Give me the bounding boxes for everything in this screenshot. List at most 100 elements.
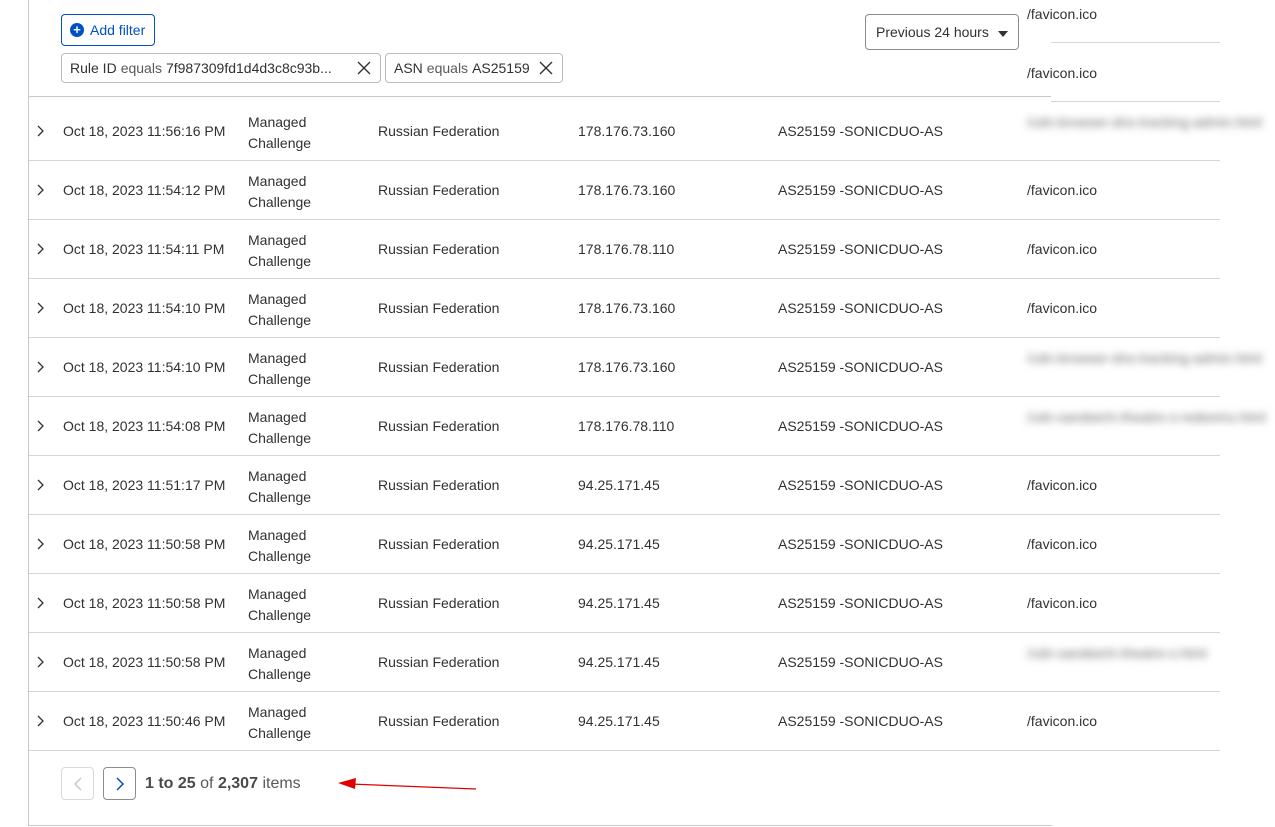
cell-datetime: Oct 18, 2023 11:54:10 PM <box>63 300 226 316</box>
chevron-right-icon[interactable] <box>35 243 47 255</box>
cell-action-line: Challenge <box>248 607 312 623</box>
close-icon[interactable] <box>538 60 554 76</box>
cell-ip-address: 178.176.78.110 <box>578 241 675 257</box>
pagination-of: of <box>200 775 214 792</box>
cell-action-line: Managed <box>248 350 307 366</box>
cell-action-line: Managed <box>248 409 307 425</box>
cell-action: Managed Challenge <box>248 171 311 213</box>
filter-chip-rule-id[interactable]: Rule ID equals 7f987309fd1d4d3c8c93b... <box>61 53 381 83</box>
table-row[interactable]: Oct 18, 2023 11:50:46 PM Managed Challenge… <box>29 692 1220 751</box>
cell-datetime: Oct 18, 2023 11:50:58 PM <box>63 654 226 670</box>
cell-action-line: Challenge <box>248 253 312 269</box>
chevron-right-icon[interactable] <box>35 125 47 137</box>
cell-action-line: Managed <box>248 527 307 543</box>
cell-datetime: Oct 18, 2023 11:54:10 PM <box>63 359 226 375</box>
filter-field: ASN <box>394 60 423 76</box>
cell-path: /cdn-browser-dns-tracking-admin.html <box>1027 350 1262 366</box>
table-row[interactable]: Oct 18, 2023 11:54:11 PM Managed Challenge… <box>29 220 1220 279</box>
cell-ip-address: 94.25.171.45 <box>578 654 660 670</box>
filter-operator: equals <box>120 60 162 76</box>
filter-chip-asn[interactable]: ASN equals AS25159 <box>385 53 563 83</box>
cell-action-line: Managed <box>248 468 307 484</box>
cell-ip-address: 94.25.171.45 <box>578 477 660 493</box>
cell-datetime: Oct 18, 2023 11:50:58 PM <box>63 536 226 552</box>
cell-path: /cdn-sandwich-theatre-s-redeems.html <box>1027 409 1266 425</box>
table-row[interactable]: Oct 18, 2023 11:50:58 PM Managed Challenge… <box>29 515 1220 574</box>
cell-ip-address: 94.25.171.45 <box>578 595 660 611</box>
cell-asn: AS25159 -SONICDUO-AS <box>778 182 943 198</box>
cell-asn: AS25159 -SONICDUO-AS <box>778 241 943 257</box>
panel-border-bottom <box>28 825 1052 826</box>
time-range-select[interactable]: Previous 24 hours <box>865 14 1019 50</box>
pagination-summary: 1 to 25 of 2,307 items <box>145 775 301 793</box>
chevron-right-icon[interactable] <box>35 597 47 609</box>
chevron-right-icon[interactable] <box>35 420 47 432</box>
cell-ip-address: 178.176.73.160 <box>578 300 676 316</box>
cell-action-line: Challenge <box>248 135 312 151</box>
cell-ip-address: 178.176.73.160 <box>578 359 676 375</box>
cell-action-line: Challenge <box>248 725 312 741</box>
table-row[interactable]: Oct 18, 2023 11:50:58 PM Managed Challenge… <box>29 633 1220 692</box>
cell-ip-address: 94.25.171.45 <box>578 536 660 552</box>
cell-path: /cdn-sandwich-theatre-s.html <box>1027 645 1207 661</box>
cell-action-line: Managed <box>248 173 307 189</box>
cell-datetime: Oct 18, 2023 11:56:16 PM <box>63 123 226 139</box>
cell-action-line: Challenge <box>248 489 312 505</box>
time-range-value: Previous 24 hours <box>876 24 989 40</box>
next-page-button[interactable] <box>103 767 136 800</box>
cell-asn: AS25159 -SONICDUO-AS <box>778 359 943 375</box>
cell-action: Managed Challenge <box>248 643 311 685</box>
cell-asn: AS25159 -SONICDUO-AS <box>778 654 943 670</box>
table-row[interactable]: Oct 18, 2023 11:54:08 PM Managed Challenge… <box>29 397 1266 456</box>
cell-action: Managed Challenge <box>248 230 311 272</box>
table-row[interactable]: Oct 18, 2023 11:51:17 PM Managed Challenge… <box>29 456 1220 515</box>
plus-circle-icon: + <box>70 23 84 37</box>
chevron-right-icon[interactable] <box>35 479 47 491</box>
cell-path: /favicon.ico <box>1027 595 1098 611</box>
cell-action: Managed Challenge <box>248 702 311 744</box>
cell-path: /favicon.ico <box>1027 713 1098 729</box>
cell-country: Russian Federation <box>378 182 500 198</box>
cell-ip-address: 178.176.78.110 <box>578 418 675 434</box>
cell-datetime: Oct 18, 2023 11:54:12 PM <box>63 182 226 198</box>
cell-asn: AS25159 -SONICDUO-AS <box>778 300 943 316</box>
toolbar-divider <box>29 96 1051 97</box>
chevron-right-icon <box>115 776 124 791</box>
table-row[interactable]: Oct 18, 2023 11:56:16 PM Managed Challenge… <box>29 102 1262 161</box>
chevron-right-icon[interactable] <box>35 538 47 550</box>
chevron-right-icon[interactable] <box>35 715 47 727</box>
table-row[interactable]: Oct 18, 2023 11:54:10 PM Managed Challenge… <box>29 279 1220 338</box>
chevron-left-icon <box>73 776 82 791</box>
pagination-total: 2,307 <box>217 775 258 792</box>
cell-action-line: Managed <box>248 291 307 307</box>
pagination-unit: items <box>262 775 301 792</box>
close-icon[interactable] <box>356 60 372 76</box>
table-row[interactable]: Oct 18, 2023 11:54:10 PM Managed Challenge… <box>29 338 1262 397</box>
cell-ip-address: 178.176.73.160 <box>578 182 676 198</box>
cell-asn: AS25159 -SONICDUO-AS <box>778 477 943 493</box>
cell-asn: AS25159 -SONICDUO-AS <box>778 123 943 139</box>
cell-country: Russian Federation <box>378 713 500 729</box>
chevron-right-icon[interactable] <box>35 184 47 196</box>
chevron-right-icon[interactable] <box>35 361 47 373</box>
row-divider <box>29 750 1220 751</box>
add-filter-label: Add filter <box>90 22 146 38</box>
table-row[interactable]: Oct 18, 2023 11:54:12 PM Managed Challenge… <box>29 161 1220 220</box>
cell-country: Russian Federation <box>378 418 500 434</box>
caret-down-icon <box>998 31 1008 37</box>
previous-page-button[interactable] <box>61 767 94 800</box>
add-filter-button[interactable]: + Add filter <box>61 14 155 46</box>
cell-action: Managed Challenge <box>248 584 311 626</box>
chevron-right-icon[interactable] <box>35 656 47 668</box>
annotation-arrow <box>338 778 477 790</box>
cell-asn: AS25159 -SONICDUO-AS <box>778 713 943 729</box>
cell-datetime: Oct 18, 2023 11:51:17 PM <box>63 477 226 493</box>
cell-action-line: Managed <box>248 645 307 661</box>
row-divider <box>1051 42 1220 43</box>
table-row[interactable]: Oct 18, 2023 11:50:58 PM Managed Challenge… <box>29 574 1220 633</box>
filter-value: 7f987309fd1d4d3c8c93b... <box>165 60 332 76</box>
chevron-right-icon[interactable] <box>35 302 47 314</box>
cell-action: Managed Challenge <box>248 525 311 567</box>
filter-operator: equals <box>426 60 469 76</box>
cell-path: /favicon.ico <box>1027 182 1098 198</box>
